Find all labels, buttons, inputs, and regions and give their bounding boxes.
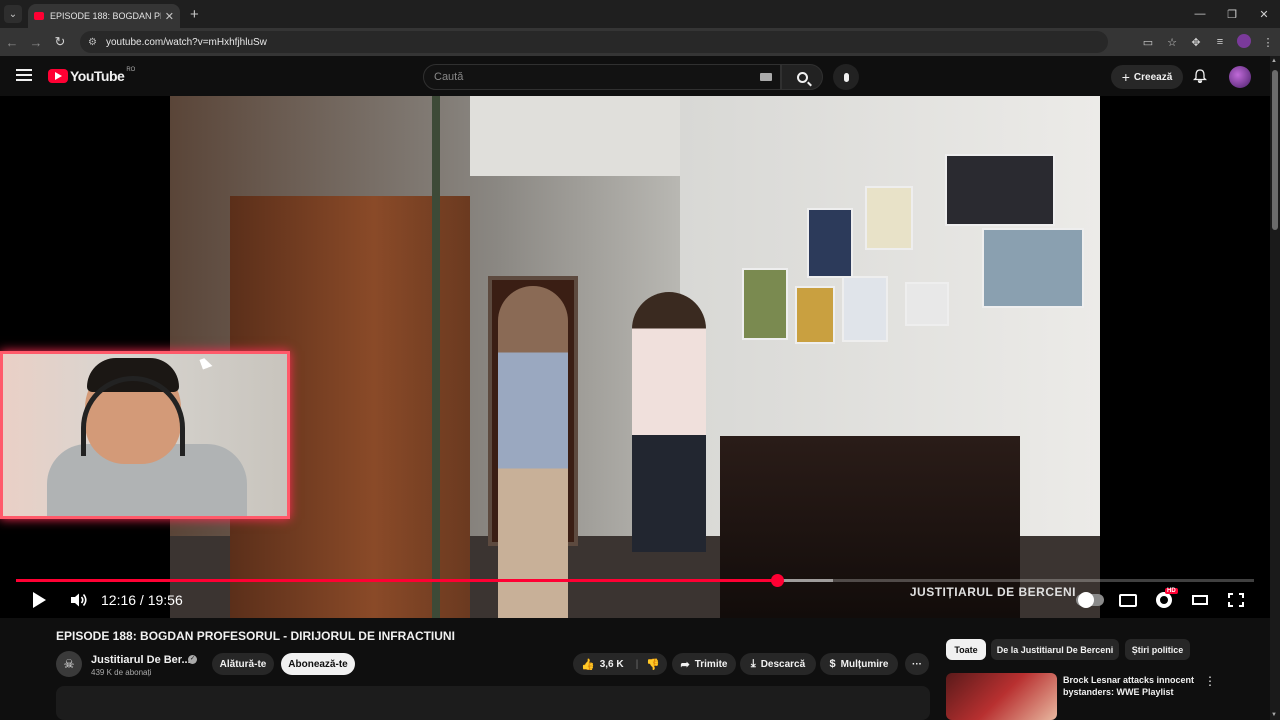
site-info-icon[interactable]: ⚙ [88, 37, 102, 48]
scroll-up-icon[interactable]: ▲ [1271, 58, 1277, 64]
account-avatar[interactable] [1229, 66, 1251, 88]
create-label: Creează [1133, 71, 1173, 83]
scroll-down-icon[interactable]: ▼ [1271, 712, 1277, 718]
chip-political-news[interactable]: Știri politice [1125, 639, 1190, 660]
profile-icon[interactable] [1232, 33, 1256, 51]
country-code: RO [126, 67, 136, 73]
hamburger-menu-icon[interactable] [16, 69, 32, 81]
cast-icon[interactable]: ▭ [1136, 36, 1160, 49]
youtube-header: YouTube RO Caută + Creează [0, 56, 1280, 96]
microphone-icon [843, 72, 849, 82]
fullscreen-icon[interactable] [1228, 593, 1244, 607]
tab-close-icon[interactable]: ✕ [165, 10, 174, 23]
address-bar[interactable]: ⚙ youtube.com/watch?v=mHxhfjhluSw [80, 31, 1108, 53]
webcam-overlay [0, 351, 290, 519]
restore-button[interactable]: ❐ [1216, 0, 1248, 28]
hd-badge: HD [1165, 588, 1178, 594]
settings-gear-icon[interactable] [1156, 592, 1172, 608]
theater-mode-icon[interactable] [1192, 595, 1208, 605]
like-divider: | [635, 658, 639, 670]
recommendation-thumbnail[interactable] [946, 673, 1057, 720]
youtube-favicon-icon [34, 12, 44, 20]
chip-channel[interactable]: De la Justitiarul De Berceni [991, 639, 1119, 660]
time-display: 12:16 / 19:56 [101, 592, 183, 608]
thanks-icon: $ [829, 658, 836, 670]
video-title: EPISODE 188: BOGDAN PROFESORUL - DIRIJOR… [56, 629, 455, 643]
player-controls: 12:16 / 19:56 HD [0, 586, 1270, 616]
progress-bar[interactable] [16, 574, 1254, 587]
new-tab-button[interactable]: + [190, 6, 199, 23]
more-actions-button[interactable]: ··· [905, 653, 929, 675]
download-icon: ⤓ [750, 657, 756, 670]
bookmark-star-icon[interactable]: ☆ [1160, 36, 1184, 49]
forward-icon[interactable]: → [24, 35, 48, 50]
media-control-icon[interactable]: ≡ [1208, 36, 1232, 48]
join-label: Alătură-te [219, 658, 267, 670]
recommendation-menu-icon[interactable]: ⋮ [1204, 674, 1216, 688]
chip-all-label: Toate [954, 644, 978, 655]
thanks-label: Mulțumire [840, 658, 889, 670]
played-bar [16, 579, 778, 582]
scrollbar-thumb[interactable] [1272, 70, 1278, 230]
share-icon: ➦ [680, 658, 690, 671]
youtube-logo[interactable]: YouTube RO [48, 67, 136, 84]
browser-tab[interactable]: EPISODE 188: BOGDAN PROFESOR... ✕ [28, 4, 180, 28]
close-window-button[interactable]: ✕ [1248, 0, 1280, 28]
plus-icon: + [1121, 69, 1130, 85]
chip-political-news-label: Știri politice [1131, 644, 1184, 655]
download-label: Descarcă [760, 658, 806, 670]
like-icon[interactable]: 👍 [581, 658, 595, 671]
minimize-button[interactable]: — [1184, 0, 1216, 28]
browser-tabstrip: ⌄ EPISODE 188: BOGDAN PROFESOR... ✕ + — … [0, 0, 1280, 28]
share-button[interactable]: ➦ Trimite [672, 653, 736, 675]
volume-icon[interactable] [70, 593, 88, 607]
description-box[interactable] [56, 686, 930, 720]
dislike-icon[interactable]: 👎 [646, 658, 660, 671]
join-button[interactable]: Alătură-te [212, 653, 274, 675]
toolbar-actions: ▭ ☆ ✥ ≡ ⋮ [1136, 28, 1280, 56]
chip-channel-label: De la Justitiarul De Berceni [996, 644, 1114, 655]
autoplay-knob [1078, 592, 1094, 608]
video-frame [170, 96, 1100, 618]
video-player[interactable]: JUSTIȚIARUL DE BERCENI 12:16 / 19:56 HD [0, 96, 1270, 618]
create-button[interactable]: + Creează [1111, 65, 1183, 89]
subscriber-count: 439 K de abonați [91, 668, 152, 677]
keyboard-icon[interactable] [760, 73, 772, 81]
subtitles-icon[interactable] [1119, 594, 1137, 607]
more-actions-icon: ··· [912, 658, 922, 670]
reload-icon[interactable]: ↻ [48, 34, 72, 50]
search-placeholder: Caută [434, 71, 464, 83]
channel-avatar[interactable]: ☠ [56, 651, 82, 677]
notifications-bell-icon[interactable] [1193, 69, 1207, 83]
play-icon[interactable] [33, 592, 46, 608]
window-controls: — ❐ ✕ [1184, 0, 1280, 28]
back-icon[interactable]: ← [0, 35, 24, 50]
voice-search-button[interactable] [833, 64, 859, 90]
search-button[interactable] [781, 64, 823, 90]
subscribe-button[interactable]: Abonează-te [281, 653, 355, 675]
like-dislike-group: 👍 3,6 K | 👎 [573, 653, 667, 675]
channel-name[interactable]: Justitiarul De Ber... [91, 654, 191, 666]
subscribe-label: Abonează-te [288, 658, 348, 670]
search-icon [796, 71, 808, 83]
download-button[interactable]: ⤓ Descarcă [740, 653, 816, 675]
recommendation-title[interactable]: Brock Lesnar attacks innocent bystanders… [1063, 674, 1203, 698]
browser-toolbar: ← → ↻ ⚙ youtube.com/watch?v=mHxhfjhluSw … [0, 28, 1280, 56]
extensions-icon[interactable]: ✥ [1184, 36, 1208, 49]
page-scrollbar[interactable]: ▲ ▼ [1270, 56, 1280, 720]
verified-check-icon: ✓ [188, 655, 197, 664]
tab-title: EPISODE 188: BOGDAN PROFESOR... [50, 11, 161, 21]
video-details: EPISODE 188: BOGDAN PROFESORUL - DIRIJOR… [0, 618, 1270, 720]
youtube-play-logo-icon [48, 69, 68, 83]
url-text: youtube.com/watch?v=mHxhfjhluSw [106, 36, 267, 48]
like-count[interactable]: 3,6 K [600, 659, 624, 670]
thanks-button[interactable]: $ Mulțumire [820, 653, 898, 675]
share-label: Trimite [694, 658, 728, 670]
tab-search-icon[interactable]: ⌄ [4, 5, 22, 23]
logo-text: YouTube [70, 68, 125, 84]
chip-all[interactable]: Toate [946, 639, 986, 660]
search-input[interactable]: Caută [423, 64, 781, 90]
browser-menu-icon[interactable]: ⋮ [1256, 36, 1280, 49]
autoplay-toggle[interactable] [1076, 592, 1104, 608]
